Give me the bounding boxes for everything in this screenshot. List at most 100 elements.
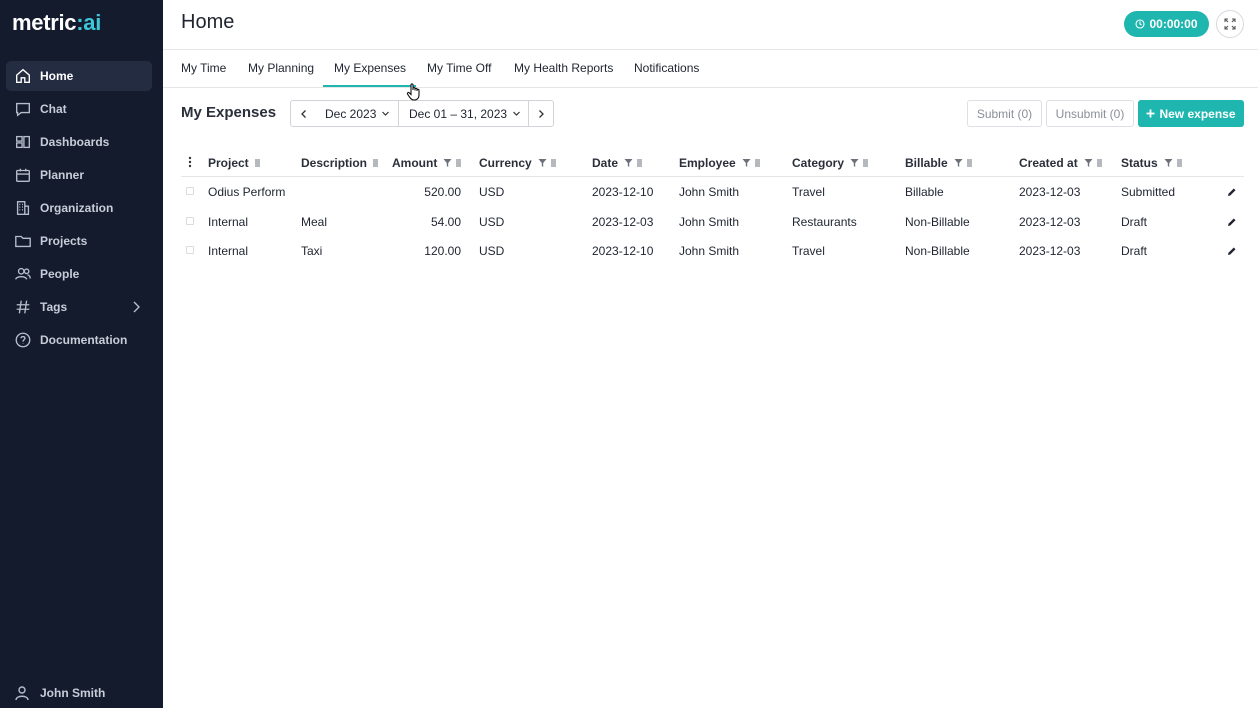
sidebar-item-documentation[interactable]: Documentation [6,325,152,355]
table-header: Project Description Amount Currency Date… [181,148,1244,177]
sort-icon[interactable] [371,158,380,168]
cell-status: Draft [1121,244,1148,258]
sort-icon[interactable] [965,158,974,168]
cell-category: Restaurants [792,214,857,229]
cell-amount: 520.00 [424,185,461,199]
row-checkbox[interactable] [186,246,194,254]
chevron-down-icon [381,109,390,118]
sort-icon[interactable] [454,158,463,168]
column-label: Amount [392,156,438,170]
user-profile[interactable]: John Smith [6,680,152,706]
chevron-right-icon[interactable] [130,300,142,314]
new-expense-button[interactable]: New expense [1138,100,1244,127]
next-period-button[interactable] [528,100,554,127]
column-billable[interactable]: Billable [905,156,974,170]
sort-icon[interactable] [549,158,558,168]
page-title: Home [181,11,235,33]
chevron-down-icon [512,109,521,118]
previous-period-button[interactable] [290,100,317,127]
tab-my-health-reports[interactable]: My Health Reports [514,61,613,75]
metric-ai-logo[interactable]: metric:ai [12,10,101,36]
column-created-at[interactable]: Created at [1019,156,1104,170]
filter-icon[interactable] [850,158,859,168]
sidebar: metric:ai Home Chat Dashboards Planner O… [0,0,163,708]
month-selector[interactable]: Dec 2023 [316,100,400,127]
sort-icon[interactable] [253,158,262,168]
sidebar-item-projects[interactable]: Projects [6,226,152,256]
sidebar-item-people[interactable]: People [6,259,152,289]
unsubmit-button[interactable]: Unsubmit (0) [1046,100,1134,127]
tab-my-time-off[interactable]: My Time Off [427,61,491,75]
column-amount[interactable]: Amount [392,156,463,170]
edit-pencil-icon[interactable] [1227,246,1237,256]
column-status[interactable]: Status [1121,156,1184,170]
cell-category: Travel [792,185,825,199]
tab-notifications[interactable]: Notifications [634,61,699,75]
sort-icon[interactable] [753,158,762,168]
tab-my-planning[interactable]: My Planning [248,61,314,75]
sidebar-item-tags[interactable]: Tags [6,292,152,322]
calendar-icon [14,166,32,184]
filter-icon[interactable] [1164,158,1173,168]
tab-my-time[interactable]: My Time [181,61,226,75]
cell-project: Odius Perform [208,185,286,199]
sidebar-item-label: Planner [40,168,85,182]
edit-pencil-icon[interactable] [1227,217,1237,227]
sort-icon[interactable] [1175,158,1184,168]
building-icon [14,199,32,217]
timer-button[interactable]: 00:00:00 [1124,11,1209,37]
folder-icon [14,232,32,250]
home-icon [14,67,32,85]
column-label: Billable [905,156,948,170]
cell-employee: John Smith [679,185,740,199]
date-range-selector[interactable]: Dec 01 – 31, 2023 [398,100,529,127]
fullscreen-button[interactable] [1216,10,1244,38]
sort-icon[interactable] [1095,158,1104,168]
logo-text: metric [12,10,77,35]
column-label: Employee [679,156,736,170]
tab-my-expenses[interactable]: My Expenses [334,61,406,75]
row-checkbox[interactable] [186,187,194,195]
table-row[interactable]: Odius Perform 520.00 USD 2023-12-10 John… [181,177,1244,207]
sidebar-item-label: Organization [40,201,114,215]
user-name: John Smith [40,686,106,700]
filter-icon[interactable] [1084,158,1093,168]
column-menu-icon[interactable] [188,156,192,168]
sidebar-item-organization[interactable]: Organization [6,193,152,223]
column-description[interactable]: Description [301,156,380,170]
sidebar-item-home[interactable]: Home [6,61,152,91]
column-category[interactable]: Category [792,156,870,170]
filter-icon[interactable] [742,158,751,168]
filter-icon[interactable] [954,158,963,168]
section-title: My Expenses [181,104,277,121]
filter-icon[interactable] [538,158,547,168]
submit-button[interactable]: Submit (0) [967,100,1042,127]
cell-billable: Non-Billable [905,244,970,258]
filter-icon[interactable] [624,158,633,168]
edit-pencil-icon[interactable] [1227,187,1237,197]
sidebar-item-dashboards[interactable]: Dashboards [6,127,152,157]
column-date[interactable]: Date [592,156,644,170]
hash-icon [14,298,32,316]
column-employee[interactable]: Employee [679,156,762,170]
table-row[interactable]: Internal Meal 54.00 USD 2023-12-03 John … [181,207,1244,237]
column-currency[interactable]: Currency [479,156,558,170]
plus-icon [1146,109,1155,118]
sidebar-item-label: Tags [40,300,68,314]
column-project[interactable]: Project [208,156,262,170]
sidebar-item-chat[interactable]: Chat [6,94,152,124]
cell-project: Internal [208,214,249,229]
cell-currency: USD [479,214,505,229]
sort-icon[interactable] [861,158,870,168]
table-row[interactable]: Internal Taxi 120.00 USD 2023-12-10 John… [181,236,1244,266]
timer-value: 00:00:00 [1149,17,1198,31]
cell-date: 2023-12-10 [592,244,654,258]
sort-icon[interactable] [635,158,644,168]
filter-icon[interactable] [443,158,452,168]
cell-project: Internal [208,244,249,258]
sidebar-item-planner[interactable]: Planner [6,160,152,190]
row-checkbox[interactable] [186,216,194,225]
cell-currency: USD [479,244,505,258]
dashboard-icon [14,133,32,151]
cell-employee: John Smith [679,214,740,229]
